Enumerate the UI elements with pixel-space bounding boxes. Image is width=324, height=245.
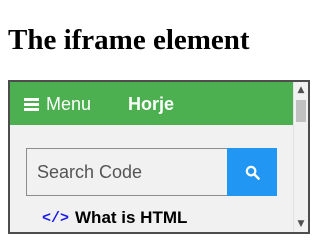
nav-link-what-is-html[interactable]: </> What is HTML xyxy=(42,206,187,230)
menu-button[interactable]: Menu xyxy=(24,93,91,115)
scroll-down-arrow-icon[interactable]: ▼ xyxy=(294,217,308,231)
iframe-inner-page: Menu Horje </> What is HTML xyxy=(10,82,293,232)
page-title: The iframe element xyxy=(8,24,250,56)
search-input[interactable] xyxy=(26,148,227,196)
iframe-scrollbar[interactable]: ▲ ▼ xyxy=(293,82,308,232)
search-button[interactable] xyxy=(227,148,277,196)
scroll-up-arrow-icon[interactable]: ▲ xyxy=(294,83,308,97)
menu-button-label: Menu xyxy=(46,93,92,114)
hamburger-icon xyxy=(24,97,39,111)
brand-link[interactable]: Horje xyxy=(128,93,174,115)
iframe-topbar: Menu Horje xyxy=(10,82,293,125)
nav-link-label: What is HTML xyxy=(75,208,188,227)
iframe-frame[interactable]: Menu Horje </> What is HTML ▲ ▼ xyxy=(8,80,310,234)
code-icon: </> xyxy=(42,209,70,227)
search-icon xyxy=(245,165,260,180)
scroll-thumb[interactable] xyxy=(296,100,306,122)
